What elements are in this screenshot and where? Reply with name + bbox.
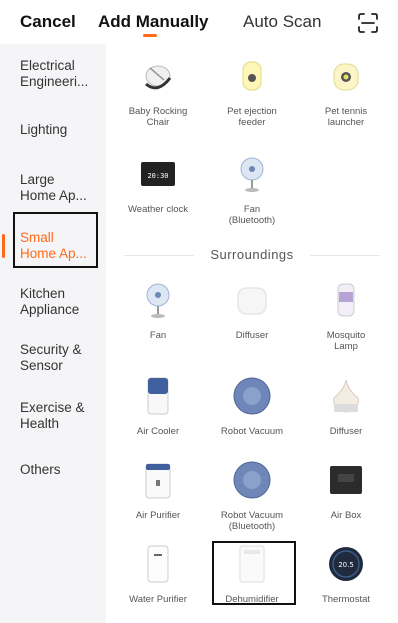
sidebar-item-lighting[interactable]: Lighting <box>20 122 104 138</box>
air-cooler-icon <box>138 376 178 416</box>
device-fan-bluetooth[interactable]: Fan (Bluetooth) <box>210 154 294 226</box>
device-air-cooler[interactable]: Air Cooler <box>116 376 200 437</box>
mosquito-lamp-icon <box>326 280 366 320</box>
robot-vacuum-icon <box>232 376 272 416</box>
device-diffuser[interactable]: Diffuser <box>210 280 294 341</box>
sidebar-item-electrical-engineering[interactable]: Electrical Engineeri... <box>20 58 104 90</box>
cancel-button[interactable]: Cancel <box>20 12 76 32</box>
sidebar-item-security-sensor[interactable]: Security & Sensor <box>20 342 104 374</box>
tab-add-manually[interactable]: Add Manually <box>98 12 209 32</box>
device-thermostat[interactable]: 20.5 Thermostat <box>304 544 388 605</box>
selection-highlight-box <box>212 541 296 605</box>
selection-highlight-box <box>13 212 98 268</box>
diffuser-icon <box>232 280 272 320</box>
section-divider-right <box>310 255 380 256</box>
device-air-box[interactable]: Air Box <box>304 460 388 521</box>
device-robot-vacuum-bluetooth[interactable]: Robot Vacuum (Bluetooth) <box>210 460 294 532</box>
device-water-purifier[interactable]: Water Purifier <box>116 544 200 605</box>
device-weather-clock[interactable]: 20:30 Weather clock <box>116 154 200 215</box>
device-grid: Baby Rocking Chair Pet ejection feeder P… <box>106 44 398 623</box>
thermostat-reading: 20.5 <box>338 561 354 569</box>
device-baby-rocking-chair[interactable]: Baby Rocking Chair <box>116 56 200 128</box>
tennis-launcher-icon <box>326 56 366 96</box>
sidebar-item-others[interactable]: Others <box>20 462 104 478</box>
device-mosquito-lamp[interactable]: Mosquito Lamp <box>304 280 388 352</box>
device-pet-tennis-launcher[interactable]: Pet tennis launcher <box>304 56 388 128</box>
robot-vacuum-icon <box>232 460 272 500</box>
baby-rocking-chair-icon <box>138 56 178 96</box>
device-pet-ejection-feeder[interactable]: Pet ejection feeder <box>210 56 294 128</box>
sidebar-item-exercise-health[interactable]: Exercise & Health <box>20 400 104 432</box>
pet-feeder-icon <box>232 56 272 96</box>
fan-icon <box>232 154 272 194</box>
sidebar-item-large-home-appliance[interactable]: Large Home Ap... <box>20 172 104 204</box>
scan-icon[interactable] <box>358 13 378 33</box>
fan-icon <box>138 280 178 320</box>
diffuser-icon <box>326 376 366 416</box>
active-tab-indicator <box>143 34 157 37</box>
device-robot-vacuum[interactable]: Robot Vacuum <box>210 376 294 437</box>
category-sidebar: Electrical Engineeri... Lighting Large H… <box>0 44 106 623</box>
device-diffuser-2[interactable]: Diffuser <box>304 376 388 437</box>
sidebar-item-kitchen-appliance[interactable]: Kitchen Appliance <box>20 286 104 318</box>
water-purifier-icon <box>138 544 178 584</box>
tab-auto-scan[interactable]: Auto Scan <box>243 12 321 32</box>
weather-clock-icon: 20:30 <box>138 154 178 194</box>
device-air-purifier[interactable]: Air Purifier <box>116 460 200 521</box>
top-bar: Cancel Add Manually Auto Scan <box>0 0 398 44</box>
active-category-indicator <box>2 234 5 258</box>
air-purifier-icon <box>138 460 178 500</box>
air-box-icon <box>326 460 366 500</box>
clock-time: 20:30 <box>147 172 168 180</box>
device-fan[interactable]: Fan <box>116 280 200 341</box>
thermostat-icon: 20.5 <box>326 544 366 584</box>
